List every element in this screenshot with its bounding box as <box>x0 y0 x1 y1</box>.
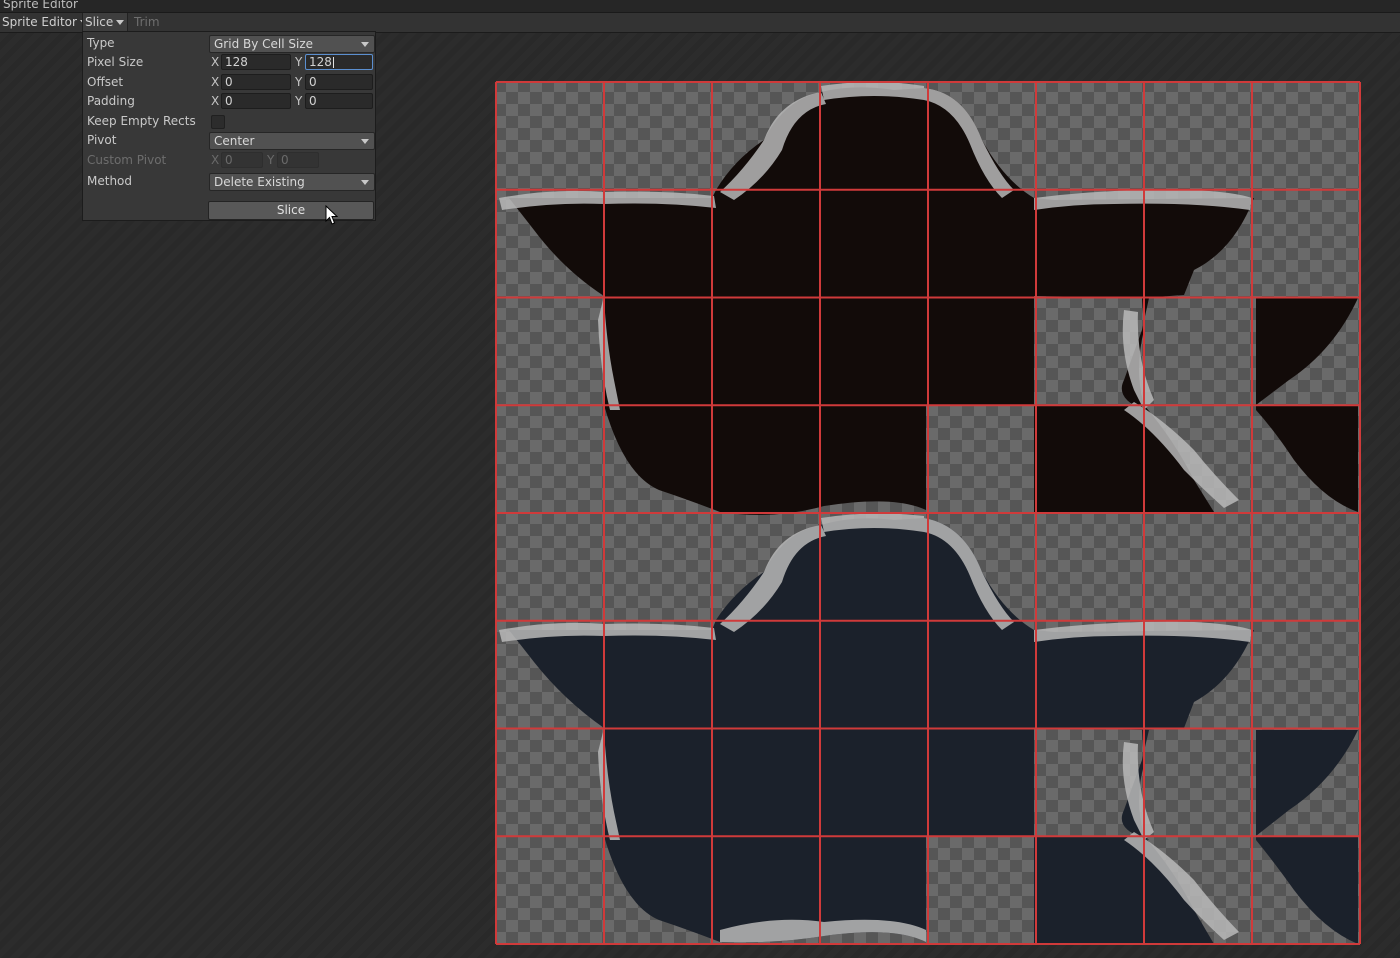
slice-menu-label: Slice <box>85 15 114 29</box>
offset-x-field[interactable]: 0 <box>221 74 291 90</box>
axis-x-label: X <box>211 94 220 108</box>
mouse-cursor-icon <box>325 205 339 225</box>
type-value: Grid By Cell Size <box>214 37 314 51</box>
axis-y-label: Y <box>267 153 275 167</box>
chevron-down-icon <box>361 42 369 47</box>
trim-button[interactable]: Trim <box>126 13 178 32</box>
slice-button[interactable]: Slice <box>208 201 374 220</box>
method-value: Delete Existing <box>214 175 305 189</box>
pivot-dropdown[interactable]: Center <box>209 132 375 150</box>
keep-empty-checkbox[interactable] <box>211 115 225 129</box>
window-tab[interactable]: Sprite Editor <box>0 0 81 11</box>
texture-canvas[interactable] <box>494 80 1362 946</box>
chevron-down-icon <box>361 139 369 144</box>
keep-empty-label: Keep Empty Rects <box>87 114 196 128</box>
pivot-label: Pivot <box>87 133 117 147</box>
axis-x-label: X <box>211 75 220 89</box>
type-label: Type <box>87 36 115 50</box>
slice-menu-button[interactable]: Slice <box>82 13 128 32</box>
padding-label: Padding <box>87 94 135 108</box>
axis-y-label: Y <box>295 94 303 108</box>
sprite-editor-toolbar: Sprite Editor Slice Trim <box>0 13 1400 33</box>
method-label: Method <box>87 174 133 188</box>
offset-y-field[interactable]: 0 <box>305 74 373 90</box>
custom-pivot-x-field: 0 <box>221 152 263 168</box>
pixel-size-label: Pixel Size <box>87 55 144 69</box>
padding-y-field[interactable]: 0 <box>305 93 373 109</box>
chevron-down-icon <box>361 180 369 185</box>
pivot-value: Center <box>214 134 255 148</box>
custom-pivot-y-field: 0 <box>277 152 319 168</box>
offset-label: Offset <box>87 75 124 89</box>
axis-x-label: X <box>211 55 220 69</box>
window-titlebar: Sprite Editor <box>0 0 1400 13</box>
custom-pivot-label: Custom Pivot <box>87 153 167 167</box>
pixel-size-x-field[interactable]: 128 <box>221 54 291 70</box>
mode-dropdown[interactable]: Sprite Editor <box>0 13 90 32</box>
mode-label: Sprite Editor <box>2 15 77 29</box>
padding-x-field[interactable]: 0 <box>221 93 291 109</box>
slice-settings-panel: Type Grid By Cell Size Pixel Size X 128 … <box>82 31 376 221</box>
sprite-sheet-texture <box>495 81 1361 945</box>
type-dropdown[interactable]: Grid By Cell Size <box>209 35 375 53</box>
chevron-down-icon <box>116 20 125 25</box>
axis-y-label: Y <box>295 75 303 89</box>
axis-x-label: X <box>211 153 220 167</box>
axis-y-label: Y <box>295 55 303 69</box>
pixel-size-y-field[interactable]: 128 <box>305 54 373 70</box>
method-dropdown[interactable]: Delete Existing <box>209 173 375 191</box>
